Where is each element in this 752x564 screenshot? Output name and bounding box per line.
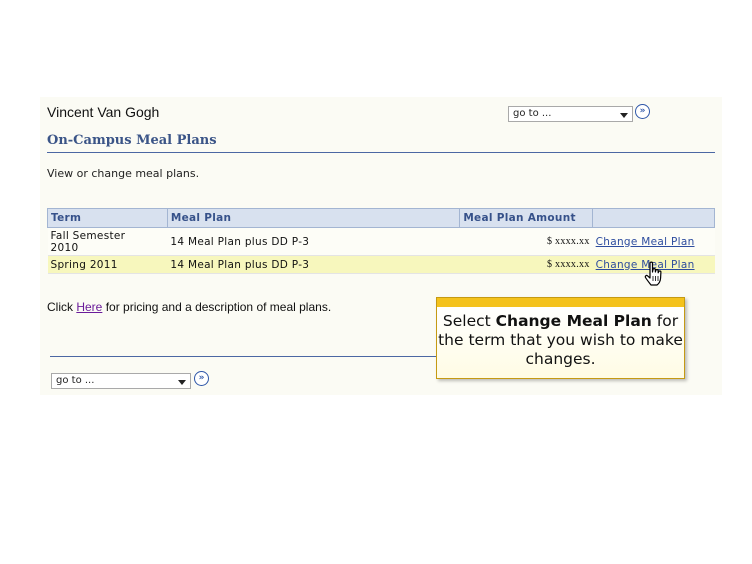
table-row: Fall Semester 2010 14 Meal Plan plus DD …	[47, 227, 715, 256]
amount-cell: $ xxxx.xx	[459, 255, 593, 274]
meal-plans-table: Term Meal Plan Meal Plan Amount Fall Sem…	[47, 208, 715, 274]
change-meal-plan-link[interactable]: Change Meal Plan	[596, 236, 695, 248]
term-line1: Spring 2011	[50, 258, 118, 271]
go-button-bottom[interactable]: »	[194, 371, 209, 386]
meal-plan-cell: 14 Meal Plan plus DD P-3	[167, 255, 460, 274]
amount-cell: $ xxxx.xx	[459, 227, 593, 256]
pricing-here-link[interactable]: Here	[76, 300, 102, 314]
action-cell: Change Meal Plan	[592, 227, 715, 256]
user-name: Vincent Van Gogh	[47, 104, 160, 120]
pricing-prefix: Click	[47, 300, 77, 314]
column-header-term[interactable]: Term	[47, 208, 168, 228]
go-button-top[interactable]: »	[635, 104, 650, 119]
table-row: Spring 2011 14 Meal Plan plus DD P-3 $ x…	[47, 255, 715, 274]
goto-select-bottom[interactable]: go to ...	[51, 373, 191, 389]
callout-bold: Change Meal Plan	[495, 312, 652, 330]
term-line1: Fall Semester	[50, 229, 126, 242]
callout-part1: Select	[442, 312, 496, 330]
table-header-row: Term Meal Plan Meal Plan Amount	[47, 208, 715, 228]
column-header-amount[interactable]: Meal Plan Amount	[459, 208, 594, 228]
term-line2: 2010	[50, 241, 79, 254]
caret-down-icon	[178, 380, 186, 385]
page-description: View or change meal plans.	[47, 167, 200, 180]
column-header-meal-plan[interactable]: Meal Plan	[166, 208, 461, 228]
double-chevron-right-icon: »	[198, 373, 205, 383]
title-divider	[47, 152, 715, 153]
caret-down-icon	[620, 113, 628, 118]
goto-select-top[interactable]: go to ...	[508, 106, 633, 122]
goto-select-top-value: go to ...	[513, 108, 552, 119]
pricing-suffix: for pricing and a description of meal pl…	[102, 300, 332, 314]
column-header-action	[592, 208, 715, 228]
meal-plan-cell: 14 Meal Plan plus DD P-3	[167, 227, 460, 256]
term-cell: Fall Semester 2010	[47, 227, 168, 256]
page-title: On-Campus Meal Plans	[47, 133, 217, 148]
hand-pointer-icon	[644, 261, 662, 286]
term-cell: Spring 2011	[47, 255, 168, 274]
pricing-text: Click Here for pricing and a description…	[47, 300, 331, 314]
bottom-divider	[50, 356, 470, 357]
double-chevron-right-icon: »	[639, 106, 646, 116]
goto-select-bottom-value: go to ...	[56, 375, 95, 386]
instruction-callout: Select Change Meal Plan for the term tha…	[436, 297, 685, 379]
callout-text: Select Change Meal Plan for the term tha…	[437, 312, 684, 369]
